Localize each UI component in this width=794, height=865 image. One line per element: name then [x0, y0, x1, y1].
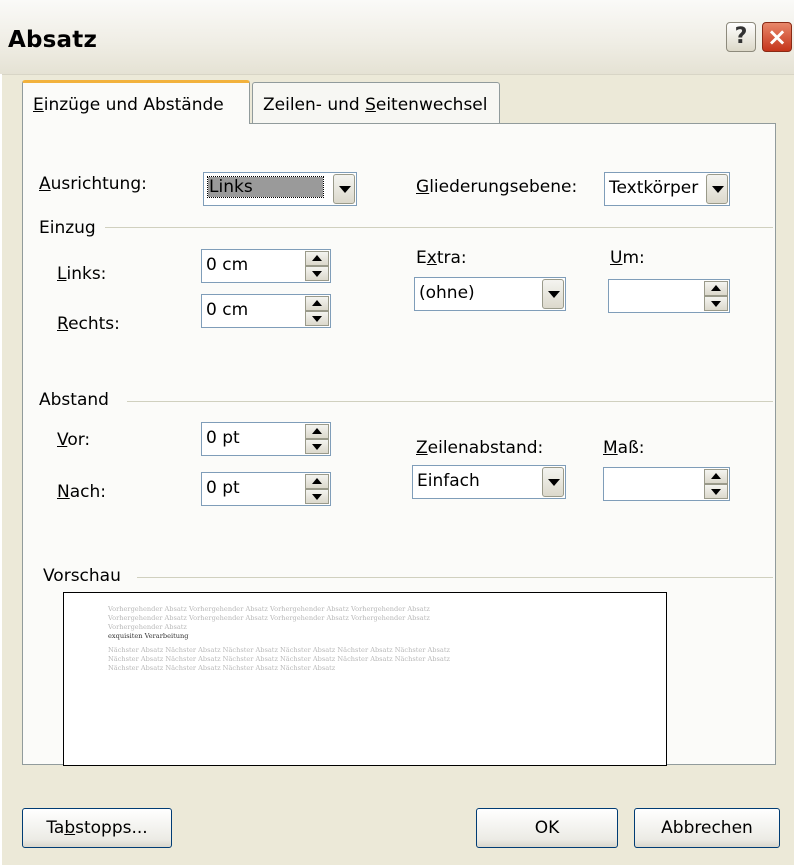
spacing-after-label: Nach: [57, 482, 106, 502]
arrow-up-icon [312, 478, 322, 484]
line-spacing-select[interactable]: Einfach [412, 465, 566, 499]
spacing-group-label: Abstand [39, 390, 109, 410]
arrow-up-icon [711, 285, 721, 291]
indent-by-label: Um: [610, 248, 645, 268]
chevron-down-icon [548, 291, 560, 298]
arrow-down-icon [711, 489, 721, 495]
tab-indents-spacing-label: Einzüge und Abstände [33, 95, 224, 115]
preview-line: Vorhergehender Absatz Vorhergehender Abs… [108, 605, 430, 613]
indent-left-down[interactable] [305, 266, 329, 281]
line-spacing-dropdown-button[interactable] [542, 467, 564, 497]
ok-button[interactable]: OK [476, 808, 618, 848]
paragraph-preview: Vorhergehender Absatz Vorhergehender Abs… [63, 592, 667, 766]
arrow-up-icon [711, 473, 721, 479]
indent-by-down[interactable] [704, 296, 728, 311]
indent-right-spinner[interactable]: 0 cm [201, 294, 331, 328]
preview-line: Vorhergehender Absatz [108, 623, 187, 631]
tab-line-page-breaks-label: Zeilen- und Seitenwechsel [263, 95, 488, 115]
line-spacing-at-down[interactable] [704, 484, 728, 499]
cancel-button[interactable]: Abbrechen [634, 808, 780, 848]
outline-level-label: Gliederungsebene: [416, 177, 578, 197]
outline-level-select[interactable]: Textkörper [604, 172, 730, 206]
alignment-value: Links [207, 176, 324, 198]
alignment-dropdown-button[interactable] [333, 174, 355, 204]
line-spacing-value: Einfach [417, 471, 480, 491]
spacing-before-label: Vor: [57, 430, 91, 450]
arrow-down-icon [312, 271, 322, 277]
preview-line: Vorhergehender Absatz Vorhergehender Abs… [108, 614, 430, 622]
arrow-down-icon [711, 301, 721, 307]
indent-by-spinner[interactable] [608, 279, 730, 313]
arrow-down-icon [312, 444, 322, 450]
spacing-divider [127, 401, 773, 402]
arrow-up-icon [312, 255, 322, 261]
spacing-after-spinner[interactable]: 0 pt [201, 472, 331, 506]
indent-left-up[interactable] [305, 251, 329, 266]
spacing-after-value: 0 pt [206, 478, 240, 498]
spacing-before-down[interactable] [305, 439, 329, 454]
chevron-down-icon [339, 186, 351, 193]
tabs-button[interactable]: Tabstopps... [22, 808, 172, 848]
title-bar[interactable]: Absatz ? × [0, 0, 794, 75]
indent-right-down[interactable] [305, 311, 329, 326]
preview-current-paragraph: exquisiten Verarbeitung [108, 632, 189, 640]
line-spacing-label: Zeilenabstand: [416, 438, 544, 458]
special-indent-label: Extra: [416, 248, 467, 268]
indent-right-value: 0 cm [206, 300, 249, 320]
close-button[interactable]: × [762, 22, 792, 52]
arrow-down-icon [312, 316, 322, 322]
outline-dropdown-button[interactable] [706, 174, 728, 204]
arrow-down-icon [312, 494, 322, 500]
spacing-after-down[interactable] [305, 489, 329, 504]
special-indent-value: (ohne) [419, 283, 475, 303]
tab-indents-spacing[interactable]: Einzüge und Abstände [22, 80, 250, 124]
indent-left-value: 0 cm [206, 255, 249, 275]
preview-line: Nächster Absatz Nächster Absatz Nächster… [108, 646, 450, 654]
tab-line-page-breaks[interactable]: Zeilen- und Seitenwechsel [252, 82, 500, 124]
line-spacing-at-label: Maß: [603, 438, 645, 458]
indent-right-label: Rechts: [57, 314, 120, 334]
line-spacing-at-spinner[interactable] [603, 467, 730, 501]
indent-group-label: Einzug [39, 218, 96, 238]
spacing-before-value: 0 pt [206, 428, 240, 448]
paragraph-dialog: Absatz ? × Einzüge und Abstände Zeilen- … [0, 0, 794, 865]
outline-level-value: Textkörper [609, 178, 699, 198]
close-icon: × [766, 23, 788, 51]
preview-divider [137, 577, 773, 578]
special-indent-select[interactable]: (ohne) [414, 277, 566, 311]
indent-left-spinner[interactable]: 0 cm [201, 249, 331, 283]
preview-line: Nächster Absatz Nächster Absatz Nächster… [108, 655, 450, 663]
dialog-title: Absatz [8, 27, 98, 53]
indent-right-up[interactable] [305, 296, 329, 311]
help-icon: ? [734, 24, 748, 49]
preview-group-label: Vorschau [43, 566, 121, 586]
indent-by-up[interactable] [704, 281, 728, 296]
line-spacing-at-up[interactable] [704, 469, 728, 484]
arrow-up-icon [312, 428, 322, 434]
spacing-after-up[interactable] [305, 474, 329, 489]
chevron-down-icon [548, 479, 560, 486]
arrow-up-icon [312, 300, 322, 306]
tabs-button-label: Tabstopps... [46, 818, 148, 838]
spacing-before-spinner[interactable]: 0 pt [201, 422, 331, 456]
alignment-label: Ausrichtung: [39, 174, 147, 194]
ok-button-label: OK [534, 818, 560, 838]
alignment-select[interactable]: Links [203, 172, 357, 206]
spacing-before-up[interactable] [305, 424, 329, 439]
preview-line: Nächster Absatz Nächster Absatz Nächster… [108, 664, 336, 672]
cancel-button-label: Abbrechen [661, 818, 753, 838]
indent-left-label: Links: [57, 264, 107, 284]
help-button[interactable]: ? [726, 22, 756, 52]
chevron-down-icon [712, 186, 724, 193]
special-dropdown-button[interactable] [542, 279, 564, 309]
indent-divider [105, 227, 773, 228]
